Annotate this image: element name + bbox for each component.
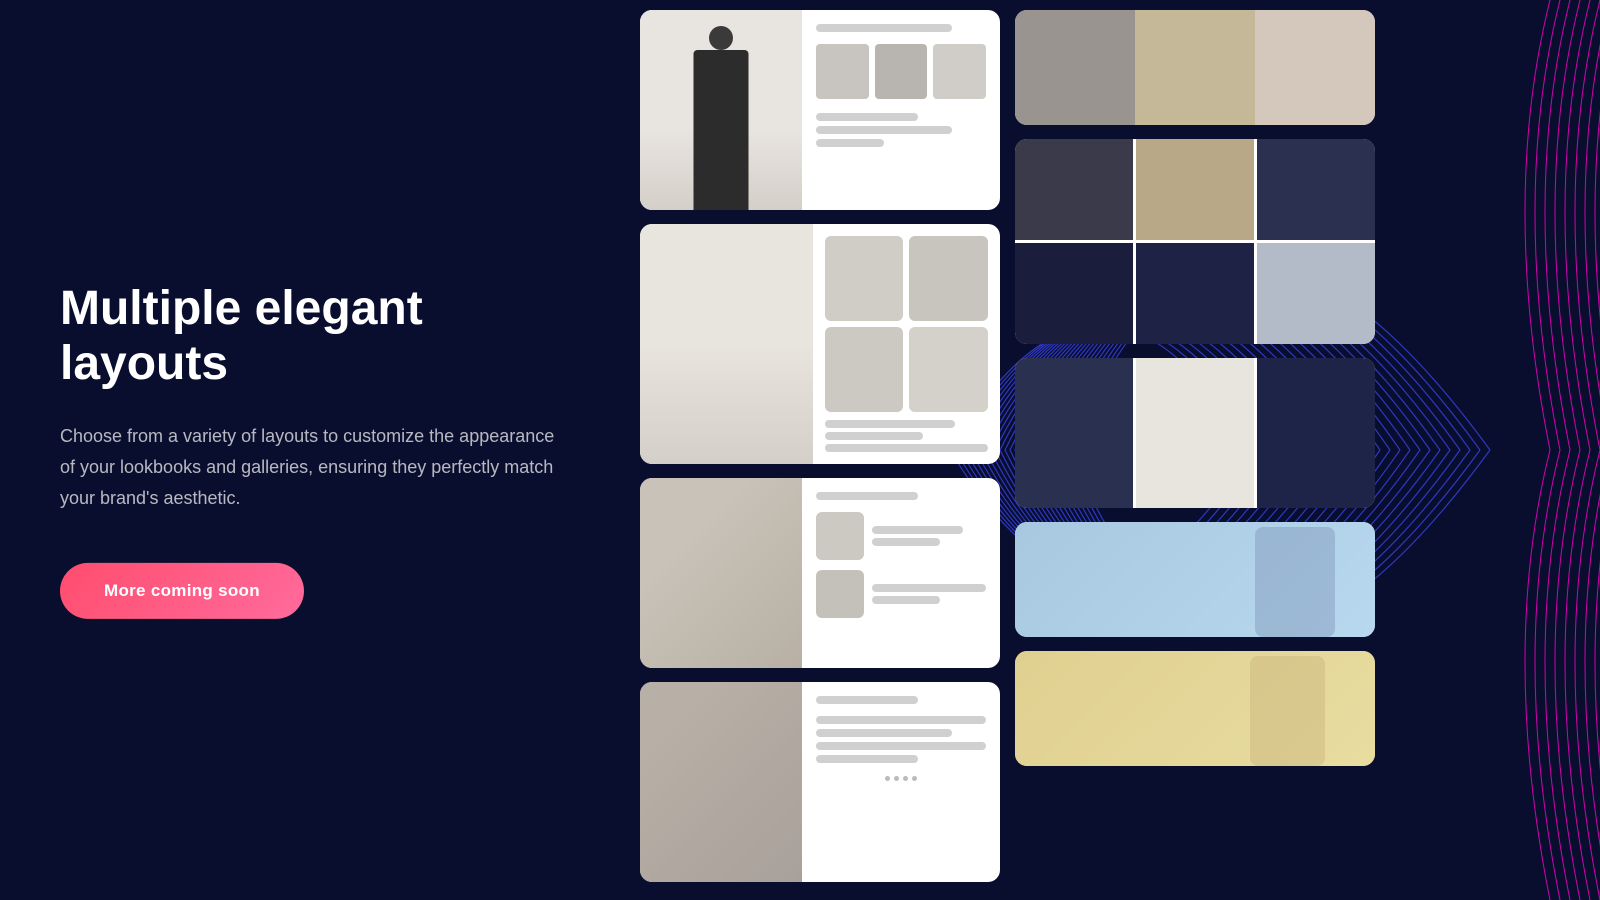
- furniture-text-2: [872, 584, 986, 604]
- grid-cell-2: [1136, 139, 1254, 240]
- furniture-products: [816, 512, 986, 618]
- layout-card-models: [1015, 358, 1375, 508]
- model-img-1: [1015, 358, 1133, 508]
- text-line: [816, 126, 952, 134]
- blue-model-figure: [1255, 527, 1335, 637]
- interior-item-4: [909, 327, 988, 412]
- yellow-model-figure: [1250, 656, 1325, 766]
- furniture-thumb-1: [816, 512, 864, 560]
- product-thumb-1: [816, 44, 869, 99]
- text-line: [872, 584, 986, 592]
- layout-card-fashion: [640, 10, 1000, 210]
- text-line: [872, 526, 963, 534]
- lookbook-img-1: [1015, 10, 1135, 125]
- model-img-3: [1257, 358, 1375, 508]
- interior-main-image: [640, 224, 813, 464]
- dot-active: [903, 776, 908, 781]
- text-line: [816, 696, 918, 704]
- grid-cell-6: [1257, 243, 1375, 344]
- fashion-grid: [1015, 139, 1375, 344]
- dot-2: [894, 776, 899, 781]
- lookbook-img-3: [1255, 10, 1375, 125]
- table-text-lines: [816, 716, 986, 763]
- cta-button[interactable]: More coming soon: [60, 563, 304, 619]
- text-line: [825, 432, 923, 440]
- text-line: [816, 24, 952, 32]
- layout-card-yellow-model: [1015, 651, 1375, 766]
- center-layout-column: [640, 0, 1000, 900]
- dot-1: [885, 776, 890, 781]
- text-line: [825, 420, 956, 428]
- interior-text-section: [825, 420, 988, 452]
- interior-item-2: [909, 236, 988, 321]
- interior-item-3: [825, 327, 904, 412]
- grid-cell-3: [1257, 139, 1375, 240]
- product-thumb-2: [875, 44, 928, 99]
- furniture-main-image: [640, 478, 802, 668]
- page-description: Choose from a variety of layouts to cust…: [60, 421, 560, 513]
- interior-product-grid: [825, 236, 988, 412]
- furniture-text-1: [872, 526, 986, 546]
- text-line: [816, 113, 918, 121]
- layout-card-table: [640, 682, 1000, 882]
- lookbook-img-2: [1135, 10, 1255, 125]
- text-line: [816, 742, 986, 750]
- grid-cell-1: [1015, 139, 1133, 240]
- table-main-image: [640, 682, 802, 882]
- grid-cell-5: [1136, 243, 1254, 344]
- furniture-card-content: [802, 478, 1000, 668]
- text-line: [872, 596, 940, 604]
- furniture-thumb-2: [816, 570, 864, 618]
- page-title: Multiple elegant layouts: [60, 281, 560, 391]
- furniture-product-row-2: [816, 570, 986, 618]
- layout-card-furniture: [640, 478, 1000, 668]
- text-line: [816, 729, 952, 737]
- layout-card-lookbook-1: [1015, 10, 1375, 125]
- text-line: [816, 139, 884, 147]
- text-line: [816, 755, 918, 763]
- interior-card-content: [813, 224, 1000, 464]
- layout-card-interior: [640, 224, 1000, 464]
- grid-cell-4: [1015, 243, 1133, 344]
- model-img-2: [1136, 358, 1254, 508]
- dot-3: [912, 776, 917, 781]
- product-mini-grid: [816, 44, 986, 99]
- left-panel: Multiple elegant layouts Choose from a v…: [60, 281, 560, 619]
- pagination-dots: [816, 771, 986, 789]
- furniture-product-row-1: [816, 512, 986, 560]
- text-line: [816, 716, 986, 724]
- text-line: [825, 444, 988, 452]
- text-line: [816, 492, 918, 500]
- layout-card-fashion-grid: [1015, 139, 1375, 344]
- fashion-card-content: [802, 10, 1000, 210]
- fashion-main-image: [640, 10, 802, 210]
- text-line: [872, 538, 940, 546]
- layout-card-blue-model: [1015, 522, 1375, 637]
- interior-item-1: [825, 236, 904, 321]
- product-thumb-3: [933, 44, 986, 99]
- table-card-content: [802, 682, 1000, 882]
- right-layout-column: [1015, 0, 1375, 900]
